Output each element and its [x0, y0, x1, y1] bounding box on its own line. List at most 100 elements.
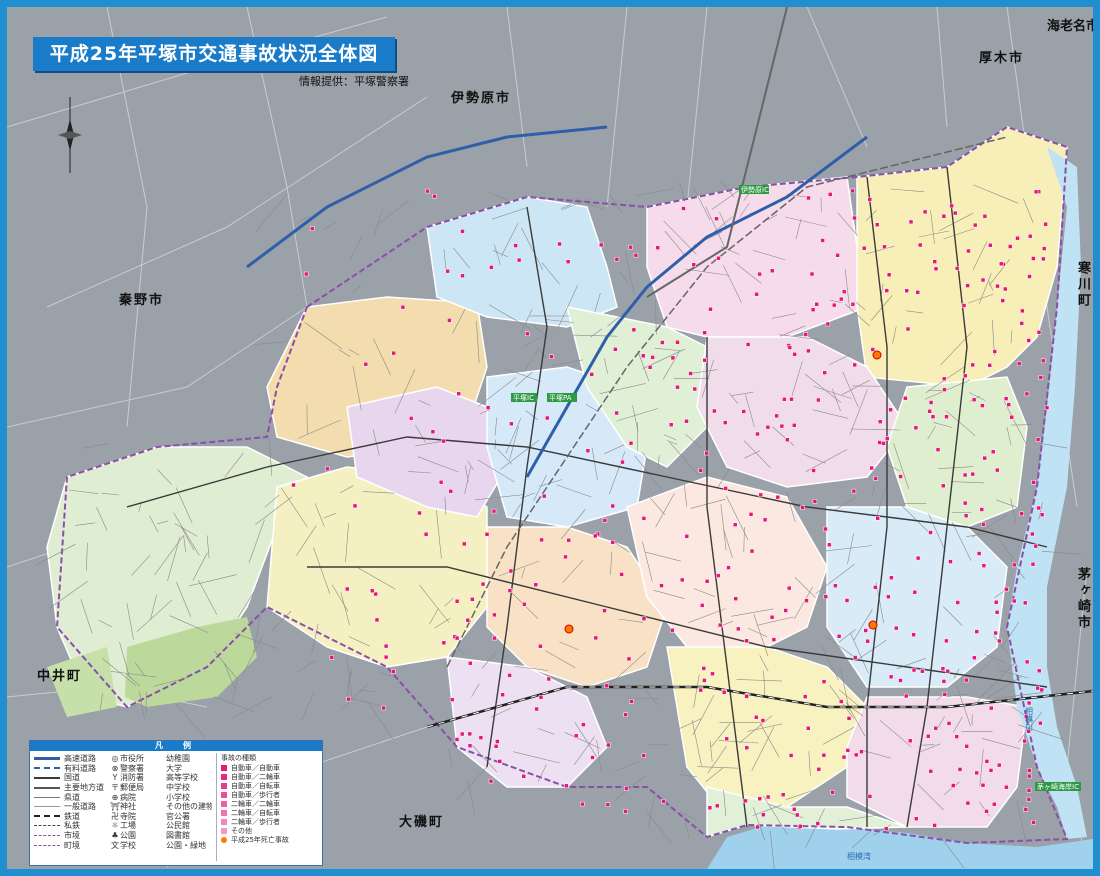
accident-marker — [513, 243, 518, 248]
accident-marker — [1038, 375, 1044, 380]
accident-marker — [1026, 773, 1032, 779]
accident-marker — [598, 242, 604, 248]
accident-marker — [941, 679, 947, 684]
accident-marker — [839, 699, 844, 704]
accident-marker — [1031, 480, 1036, 485]
accident-marker — [920, 668, 925, 674]
accident-marker — [438, 479, 444, 485]
road-segment — [679, 182, 686, 202]
accident-marker — [836, 634, 842, 639]
accident-marker — [1026, 797, 1032, 802]
accident-marker — [942, 692, 948, 697]
accident-marker — [945, 669, 951, 674]
road-segment — [550, 359, 584, 367]
accident-marker — [448, 489, 453, 494]
accident-marker — [912, 589, 918, 595]
accident-marker — [894, 625, 899, 631]
accident-marker — [873, 585, 878, 590]
accident-marker — [467, 743, 473, 749]
accident-marker — [951, 783, 956, 788]
accident-marker — [1004, 586, 1009, 592]
legend-line-swatch — [34, 786, 60, 789]
accident-marker — [1009, 414, 1014, 420]
accident-marker — [492, 635, 497, 641]
accident-marker — [954, 266, 960, 271]
accident-marker-swatch — [221, 818, 227, 825]
accident-marker-swatch — [221, 809, 227, 816]
accident-marker — [717, 622, 723, 628]
map-frame: 伊勢原IC 平塚IC 平塚PA 茅ヶ崎海岸IC 相模川 相模湾 平成25年平塚市… — [0, 0, 1100, 876]
road-segment — [296, 659, 316, 673]
accident-marker — [445, 268, 450, 274]
accident-marker — [861, 245, 867, 251]
accident-marker — [788, 753, 794, 758]
accident-marker — [771, 637, 777, 642]
legend-symbol-icon: 文 — [111, 840, 119, 850]
accident-marker — [779, 423, 785, 429]
accident-marker — [641, 753, 646, 758]
accident-marker — [957, 767, 963, 772]
accident-marker — [370, 588, 375, 594]
accident-marker — [684, 418, 689, 424]
road-segment — [350, 237, 362, 260]
accident-marker — [467, 731, 473, 737]
accident-marker — [981, 522, 986, 527]
accident-marker — [581, 722, 586, 727]
accident-marker — [963, 373, 968, 379]
accident-marker — [915, 290, 920, 295]
accident-marker — [1006, 402, 1012, 407]
accident-marker — [914, 816, 919, 821]
accident-marker — [363, 361, 369, 367]
accident-marker — [628, 244, 633, 250]
road-segment — [254, 341, 288, 345]
accident-marker — [811, 468, 816, 473]
legend-row: 町境 文学校 公園・緑地 — [34, 840, 214, 850]
accident-marker — [641, 616, 647, 621]
accident-marker — [593, 635, 599, 641]
accident-marker — [650, 355, 655, 360]
accident-marker — [911, 632, 916, 637]
fatal-accident-marker — [872, 350, 882, 360]
accident-marker — [681, 206, 686, 211]
accident-marker — [925, 733, 931, 739]
accident-marker — [691, 262, 696, 267]
accident-marker — [605, 802, 611, 807]
accident-marker — [441, 640, 447, 646]
accident-marker — [478, 735, 484, 740]
accident-marker — [425, 188, 430, 194]
accident-marker — [736, 626, 741, 632]
accident-marker — [1026, 700, 1032, 706]
accident-marker — [812, 499, 818, 504]
accident-marker — [870, 347, 876, 352]
accident-marker — [460, 229, 465, 234]
accident-marker — [803, 332, 808, 337]
accident-marker — [701, 666, 707, 671]
accident-marker — [702, 357, 708, 363]
accident-marker — [465, 617, 471, 623]
accident-marker — [1012, 562, 1017, 568]
accident-marker — [325, 466, 330, 472]
accident-marker — [602, 608, 607, 613]
city-label-nakai: 中井町 — [37, 669, 83, 684]
fatal-accident-marker — [868, 620, 878, 630]
accident-marker — [631, 327, 637, 333]
accident-marker — [623, 809, 628, 814]
accident-marker — [852, 362, 857, 368]
accident-marker — [990, 449, 996, 455]
accident-marker — [329, 655, 335, 660]
road-segment — [322, 221, 337, 231]
road-segment — [448, 748, 453, 767]
accident-marker — [996, 762, 1002, 768]
accident-marker — [792, 352, 797, 357]
accident-marker — [489, 265, 494, 270]
accident-marker — [565, 259, 571, 264]
accident-marker — [1000, 298, 1005, 303]
accident-marker — [1035, 437, 1041, 442]
accident-marker — [1030, 531, 1035, 537]
accident-marker — [974, 629, 980, 634]
accident-marker — [1004, 784, 1009, 790]
accident-marker — [863, 628, 868, 633]
accident-marker — [726, 565, 731, 570]
road-segment — [301, 692, 315, 720]
accident-marker — [765, 424, 771, 430]
